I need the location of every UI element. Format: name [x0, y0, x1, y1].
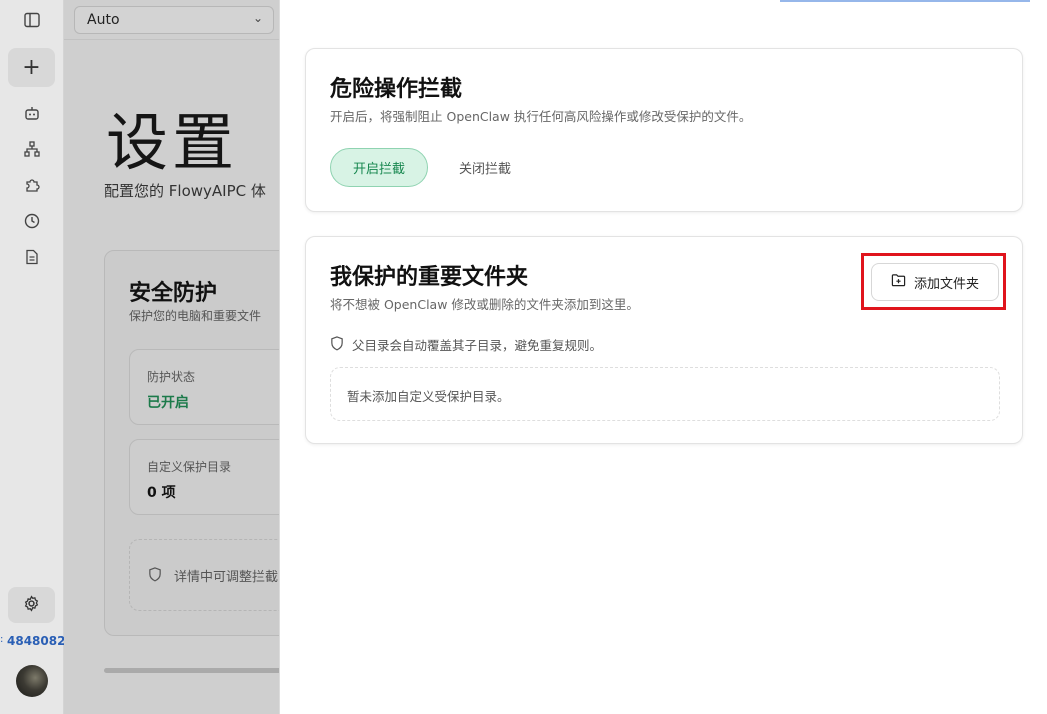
sidebar-toggle-icon[interactable]	[20, 8, 44, 32]
model-select-value: Auto	[87, 12, 120, 28]
user-id: 4848082	[7, 634, 66, 648]
folder-plus-icon	[891, 273, 906, 291]
status-value: 已开启	[147, 395, 189, 411]
settings-button[interactable]	[8, 587, 55, 623]
robot-icon[interactable]	[20, 101, 44, 125]
danger-desc: 开启后，将强制阻止 OpenClaw 执行任何高风险操作或修改受保护的文件。	[330, 109, 752, 124]
empty-state: 暂未添加自定义受保护目录。	[330, 367, 1000, 421]
override-note-text: 父目录会自动覆盖其子目录，避免重复规则。	[352, 338, 603, 353]
model-select[interactable]: Auto ⌄	[74, 6, 274, 34]
left-rail: + : 4848082	[0, 0, 66, 714]
override-note: 父目录会自动覆盖其子目录，避免重复规则。	[330, 335, 602, 354]
drawer-top-accent	[780, 0, 1030, 2]
danger-intercept-card: 危险操作拦截 开启后，将强制阻止 OpenClaw 执行任何高风险操作或修改受保…	[305, 48, 1023, 212]
avatar[interactable]	[16, 665, 48, 697]
add-folder-label: 添加文件夹	[913, 276, 979, 292]
new-chat-label: +	[22, 55, 41, 80]
status-label: 防护状态	[147, 370, 196, 384]
custom-dirs-value: 0 项	[147, 485, 176, 501]
chevron-down-icon: ⌄	[252, 11, 263, 25]
sitemap-icon[interactable]	[20, 137, 44, 161]
page-title: 设置	[106, 106, 239, 179]
clock-icon[interactable]	[20, 209, 44, 233]
new-chat-button[interactable]: +	[8, 48, 55, 87]
shield-icon	[330, 335, 344, 354]
horizontal-scrollbar[interactable]	[104, 668, 284, 673]
disable-intercept-button[interactable]: 关闭拦截	[436, 148, 534, 187]
protected-folders-card: 我保护的重要文件夹 将不想被 OpenClaw 修改或删除的文件夹添加到这里。 …	[305, 236, 1023, 444]
danger-title: 危险操作拦截	[330, 77, 463, 102]
folders-title: 我保护的重要文件夹	[330, 265, 529, 290]
security-drawer: 危险操作拦截 开启后，将强制阻止 OpenClaw 执行任何高风险操作或修改受保…	[279, 0, 1047, 714]
custom-dirs-label: 自定义保护目录	[147, 460, 232, 474]
document-icon[interactable]	[20, 245, 44, 269]
folders-desc: 将不想被 OpenClaw 修改或删除的文件夹添加到这里。	[330, 297, 639, 312]
add-folder-button[interactable]: 添加文件夹	[871, 263, 999, 301]
enable-intercept-button[interactable]: 开启拦截	[330, 148, 428, 187]
security-card-title: 安全防护	[129, 281, 218, 306]
shield-icon	[148, 567, 162, 586]
security-card-desc: 保护您的电脑和重要文件	[129, 309, 262, 323]
gear-icon	[23, 594, 40, 616]
puzzle-icon[interactable]	[20, 173, 44, 197]
details-hint-text: 详情中可调整拦截	[174, 570, 279, 585]
id-marker: :	[0, 634, 4, 645]
page-subtitle: 配置您的 FlowyAIPC 体	[104, 182, 266, 200]
